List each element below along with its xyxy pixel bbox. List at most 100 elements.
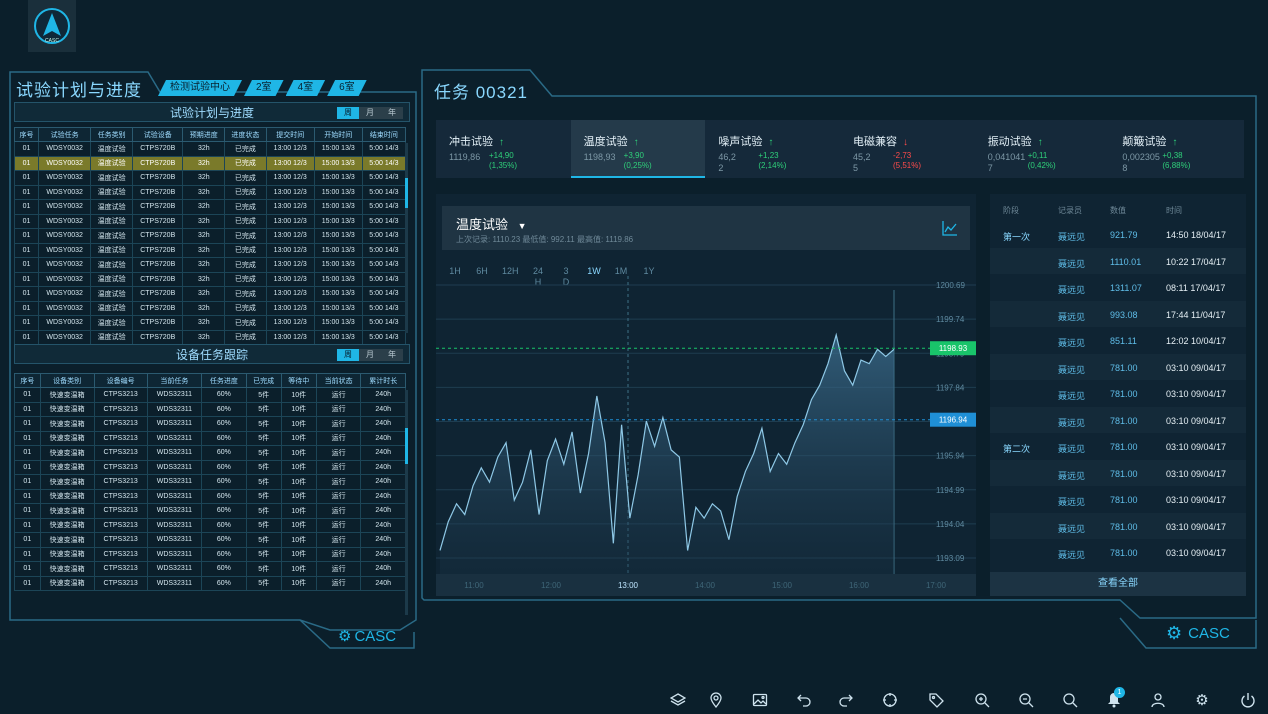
tab-room-4[interactable]: 4室 [286, 80, 326, 96]
record-row[interactable]: 聂远见 781.00 03:10 09/04/17 [990, 486, 1246, 513]
chart-type-icon[interactable] [942, 220, 958, 241]
map-pin-icon[interactable] [706, 690, 726, 710]
tab-center[interactable]: 检测试验中心 [158, 80, 242, 96]
column-header[interactable]: 当前状态 [315, 373, 362, 388]
record-row[interactable]: 聂远见 781.00 03:10 09/04/17 [990, 380, 1246, 407]
period-week[interactable]: 周 [337, 107, 359, 119]
column-header[interactable]: 序号 [14, 127, 39, 142]
period-year[interactable]: 年 [381, 349, 403, 361]
power-icon[interactable] [1238, 690, 1258, 710]
table-row[interactable]: 01 快速变温箱 CTPS3213 WDS32311 60% 5件 10件 运行 240h [14, 416, 406, 432]
user-icon[interactable] [1148, 690, 1168, 710]
table-row[interactable]: 01 快速变温箱 CTPS3213 WDS32311 60% 5件 10件 运行 240h [14, 503, 406, 519]
test-tab[interactable]: 振动试验 ↑ 0,041041 7 +0,11 (0,42%) [975, 120, 1110, 178]
period-year[interactable]: 年 [381, 107, 403, 119]
column-header[interactable]: 累计时长 [360, 373, 406, 388]
table-row[interactable]: 01 快速变温箱 CTPS3213 WDS32311 60% 5件 10件 运行 240h [14, 546, 406, 562]
record-cell: 14:50 18/04/17 [1166, 230, 1227, 240]
table-row[interactable]: 01 快速变温箱 CTPS3213 WDS32311 60% 5件 10件 运行 240h [14, 430, 406, 446]
image-icon[interactable] [750, 690, 770, 710]
settings-icon[interactable]: ⚙ [1192, 690, 1212, 710]
period-week[interactable]: 周 [337, 349, 359, 361]
record-row[interactable]: 聂远见 781.00 03:10 09/04/17 [990, 539, 1246, 566]
record-row[interactable]: 第一次 聂远见 921.79 14:50 18/04/17 [990, 221, 1246, 248]
test-tab[interactable]: 颠簸试验 ↑ 0,002305 8 +0,38 (6,88%) [1109, 120, 1244, 178]
record-row[interactable]: 聂远见 993.08 17:44 11/04/17 [990, 300, 1246, 327]
table-row[interactable]: 01 WDSY0032 温度试验 CTPS720B 32h 已完成 13:00 12/3 15… [14, 242, 407, 258]
column-header[interactable]: 预期进度 [182, 127, 226, 142]
table-row[interactable]: 01 WDSY0032 温度试验 CTPS720B 32h 已完成 13:00 12/3 15… [14, 155, 407, 171]
column-header[interactable]: 提交时间 [265, 127, 315, 142]
table-row[interactable]: 01 快速变温箱 CTPS3213 WDS32311 60% 5件 10件 运行 240h [14, 532, 406, 548]
record-row[interactable]: 聂远见 851.11 12:02 10/04/17 [990, 327, 1246, 354]
column-header[interactable]: 试验设备 [131, 127, 184, 142]
column-header[interactable]: 等待中 [280, 373, 317, 388]
tag-icon[interactable] [926, 690, 946, 710]
layers-icon[interactable] [668, 690, 688, 710]
table-row[interactable]: 01 WDSY0032 温度试验 CTPS720B 32h 已完成 13:00 12/3 15… [14, 257, 407, 273]
tab-room-2[interactable]: 2室 [244, 80, 284, 96]
table-row[interactable]: 01 快速变温箱 CTPS3213 WDS32311 60% 5件 10件 运行 240h [14, 575, 406, 591]
table-row[interactable]: 01 WDSY0032 温度试验 CTPS720B 32h 已完成 13:00 12/3 15… [14, 170, 407, 186]
column-header[interactable]: 任务进度 [201, 373, 247, 388]
zoom-in-icon[interactable] [972, 690, 992, 710]
redo-icon[interactable] [836, 690, 856, 710]
table-row[interactable]: 01 WDSY0032 温度试验 CTPS720B 32h 已完成 13:00 12/3 15… [14, 271, 407, 287]
table-cell: 快速变温箱 [39, 387, 95, 403]
period-month[interactable]: 月 [359, 107, 381, 119]
table-row[interactable]: 01 WDSY0032 温度试验 CTPS720B 32h 已完成 13:00 12/3 15… [14, 286, 407, 302]
table-row[interactable]: 01 WDSY0032 温度试验 CTPS720B 32h 已完成 13:00 12/3 15… [14, 213, 407, 229]
table-row[interactable]: 01 WDSY0032 温度试验 CTPS720B 32h 已完成 13:00 12/3 15… [14, 228, 407, 244]
column-header[interactable]: 试验任务 [37, 127, 92, 142]
column-header[interactable]: 设备编号 [93, 373, 148, 388]
record-row[interactable]: 聂远见 1110.01 10:22 17/04/17 [990, 247, 1246, 274]
tab-room-6[interactable]: 6室 [327, 80, 367, 96]
table-row[interactable]: 01 快速变温箱 CTPS3213 WDS32311 60% 5件 10件 运行 240h [14, 401, 406, 417]
table-row[interactable]: 01 快速变温箱 CTPS3213 WDS32311 60% 5件 10件 运行 240h [14, 387, 406, 403]
table-row[interactable]: 01 快速变温箱 CTPS3213 WDS32311 60% 5件 10件 运行 240h [14, 445, 406, 461]
table-row[interactable]: 01 WDSY0032 温度试验 CTPS720B 32h 已完成 13:00 12/3 15… [14, 141, 407, 157]
undo-icon[interactable] [794, 690, 814, 710]
column-header[interactable]: 已完成 [245, 373, 282, 388]
test-tab[interactable]: 电磁兼容 ↓ 45,2 5 -2,73 (5,51%) [840, 120, 975, 178]
table-row[interactable]: 01 快速变温箱 CTPS3213 WDS32311 60% 5件 10件 运行 240h [14, 474, 406, 490]
table-cell: 15:00 13/3 [313, 155, 363, 171]
table-cell: 01 [14, 387, 41, 403]
target-icon[interactable] [880, 690, 900, 710]
table-row[interactable]: 01 快速变温箱 CTPS3213 WDS32311 60% 5件 10件 运行 240h [14, 488, 406, 504]
device-scrollbar[interactable] [405, 390, 408, 615]
record-row[interactable]: 聂远见 781.00 03:10 09/04/17 [990, 406, 1246, 433]
test-tab[interactable]: 温度试验 ↑ 1198,93 +3,90 (0,25%) [570, 120, 706, 178]
table-row[interactable]: 01 快速变温箱 CTPS3213 WDS32311 60% 5件 10件 运行 240h [14, 561, 406, 577]
record-row[interactable]: 聂远见 781.00 03:10 09/04/17 [990, 459, 1246, 486]
record-row[interactable]: 第二次 聂远见 781.00 03:10 09/04/17 [990, 433, 1246, 460]
table-row[interactable]: 01 WDSY0032 温度试验 CTPS720B 32h 已完成 13:00 12/3 15… [14, 300, 407, 316]
column-header[interactable]: 序号 [14, 373, 41, 388]
column-header[interactable]: 任务类别 [90, 127, 133, 142]
record-row[interactable]: 聂远见 781.00 03:10 09/04/17 [990, 353, 1246, 380]
table-row[interactable]: 01 WDSY0032 温度试验 CTPS720B 32h 已完成 13:00 12/3 15… [14, 329, 407, 345]
zoom-out-icon[interactable] [1016, 690, 1036, 710]
bell-icon[interactable]: 1 [1104, 687, 1125, 710]
column-header[interactable]: 开始时间 [313, 127, 363, 142]
chart-title-dropdown[interactable]: 温度试验 ▼ [456, 214, 527, 233]
table-row[interactable]: 01 WDSY0032 温度试验 CTPS720B 32h 已完成 13:00 12/3 15… [14, 184, 407, 200]
column-header[interactable]: 设备类别 [39, 373, 95, 388]
column-header[interactable]: 进度状态 [224, 127, 267, 142]
table-row[interactable]: 01 WDSY0032 温度试验 CTPS720B 32h 已完成 13:00 12/3 15… [14, 315, 407, 331]
record-row[interactable]: 聂远见 781.00 03:10 09/04/17 [990, 512, 1246, 539]
test-delta: +3,90 [623, 151, 644, 160]
table-row[interactable]: 01 WDSY0032 温度试验 CTPS720B 32h 已完成 13:00 12/3 15… [14, 199, 407, 215]
test-tab[interactable]: 冲击试验 ↑ 1119,86 +14,90 (1,35%) [436, 120, 571, 178]
record-row[interactable]: 聂远见 1311.07 08:11 17/04/17 [990, 274, 1246, 301]
view-all-button[interactable]: 查看全部 [990, 572, 1246, 596]
table-row[interactable]: 01 快速变温箱 CTPS3213 WDS32311 60% 5件 10件 运行 240h [14, 517, 406, 533]
test-tab[interactable]: 噪声试验 ↑ 46,2 2 +1,23 (2,14%) [705, 120, 840, 178]
period-month[interactable]: 月 [359, 349, 381, 361]
plan-scrollbar[interactable] [405, 143, 408, 333]
search-icon[interactable] [1060, 690, 1080, 710]
column-header[interactable]: 结束时间 [361, 127, 407, 142]
table-row[interactable]: 01 快速变温箱 CTPS3213 WDS32311 60% 5件 10件 运行 240h [14, 459, 406, 475]
table-cell: 60% [201, 532, 247, 548]
column-header[interactable]: 当前任务 [146, 373, 203, 388]
